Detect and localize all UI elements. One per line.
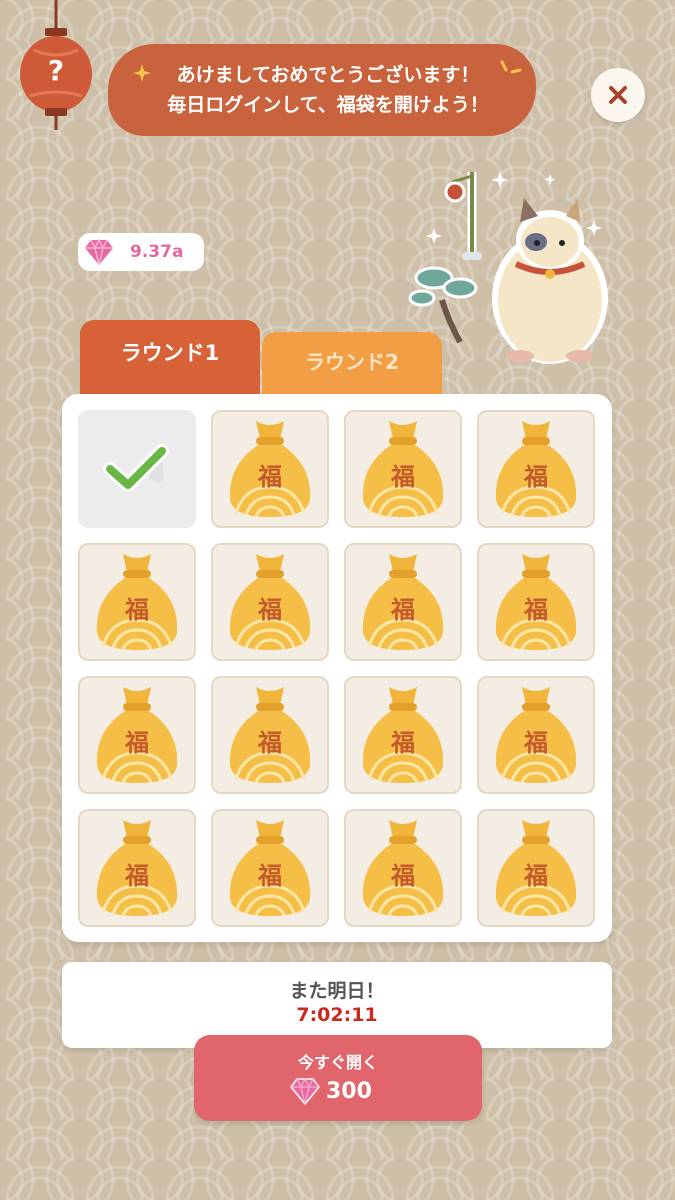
lucky-bag-icon: 福 — [89, 550, 185, 654]
open-now-cost: 300 — [326, 1078, 372, 1104]
countdown-timer: 7:02:11 — [296, 1004, 378, 1026]
lucky-bag-cell[interactable]: 福 — [344, 676, 462, 794]
gem-value: 9.37a — [130, 242, 184, 262]
checkmark-icon — [103, 444, 169, 492]
gem-icon — [290, 1077, 320, 1105]
bag-label: 福 — [125, 728, 149, 757]
lucky-bag-cell[interactable]: 福 — [344, 543, 462, 661]
lucky-bag-icon: 福 — [222, 683, 318, 787]
opened-bag-cell[interactable] — [78, 410, 196, 528]
lucky-bag-cell[interactable]: 福 — [78, 543, 196, 661]
lantern-help-button[interactable]: ? — [18, 0, 94, 132]
lucky-bag-cell[interactable]: 福 — [211, 809, 329, 927]
lucky-bag-icon: 福 — [222, 417, 318, 521]
lucky-bag-cell[interactable]: 福 — [78, 809, 196, 927]
greeting-banner: あけましておめでとうございます！ 毎日ログインして、福袋を開けよう！ — [108, 44, 536, 136]
lucky-bag-cell[interactable]: 福 — [344, 410, 462, 528]
lucky-bag-cell[interactable]: 福 — [78, 676, 196, 794]
bag-label: 福 — [125, 595, 149, 624]
lucky-bag-cell[interactable]: 福 — [211, 543, 329, 661]
banner-line-2: 毎日ログインして、福袋を開けよう！ — [167, 94, 489, 116]
lucky-bag-icon: 福 — [89, 816, 185, 920]
bag-label: 福 — [524, 861, 548, 890]
lucky-bag-icon: 福 — [488, 816, 584, 920]
tab-round-2[interactable]: ラウンド2 — [262, 332, 442, 396]
lucky-bag-icon: 福 — [222, 816, 318, 920]
lucky-bag-grid: 福福福福福福福福福福福福福福福 — [62, 394, 612, 942]
gem-icon — [85, 238, 113, 266]
lucky-bag-icon: 福 — [488, 550, 584, 654]
lucky-bag-icon: 福 — [222, 550, 318, 654]
lucky-bag-cell[interactable]: 福 — [211, 676, 329, 794]
bag-label: 福 — [258, 595, 282, 624]
lucky-bag-icon: 福 — [355, 683, 451, 787]
bag-label: 福 — [524, 728, 548, 757]
open-now-cost-row: 300 — [290, 1075, 372, 1107]
next-open-label: また明日！ — [289, 980, 385, 1002]
bag-label: 福 — [258, 861, 282, 890]
close-icon — [609, 86, 627, 104]
lucky-bag-icon: 福 — [355, 816, 451, 920]
open-now-label: 今すぐ開く — [297, 1053, 378, 1072]
bag-label: 福 — [391, 462, 415, 491]
bag-label: 福 — [391, 595, 415, 624]
lucky-bag-icon: 福 — [89, 683, 185, 787]
lucky-bag-cell[interactable]: 福 — [477, 543, 595, 661]
bag-label: 福 — [391, 728, 415, 757]
help-label: ? — [47, 54, 65, 87]
open-now-button[interactable]: 今すぐ開く 300 — [194, 1035, 482, 1121]
bag-label: 福 — [524, 595, 548, 624]
gem-counter: 9.37a — [78, 233, 204, 271]
lucky-bag-cell[interactable]: 福 — [477, 676, 595, 794]
tab-round-1[interactable]: ラウンド1 — [80, 320, 260, 396]
bag-label: 福 — [258, 728, 282, 757]
lucky-bag-icon: 福 — [488, 417, 584, 521]
lucky-bag-cell[interactable]: 福 — [211, 410, 329, 528]
bag-label: 福 — [125, 861, 149, 890]
sparkle-icon — [133, 64, 151, 82]
bag-label: 福 — [391, 861, 415, 890]
lucky-bag-icon: 福 — [355, 417, 451, 521]
sparkle-lines-icon — [500, 60, 522, 74]
lucky-bag-icon: 福 — [488, 683, 584, 787]
bag-label: 福 — [258, 462, 282, 491]
lucky-bag-icon: 福 — [355, 550, 451, 654]
lucky-bag-cell[interactable]: 福 — [344, 809, 462, 927]
banner-line-1: あけましておめでとうございます！ — [176, 64, 480, 86]
close-button[interactable] — [591, 68, 645, 122]
bag-label: 福 — [524, 462, 548, 491]
lucky-bag-cell[interactable]: 福 — [477, 410, 595, 528]
lucky-bag-cell[interactable]: 福 — [477, 809, 595, 927]
